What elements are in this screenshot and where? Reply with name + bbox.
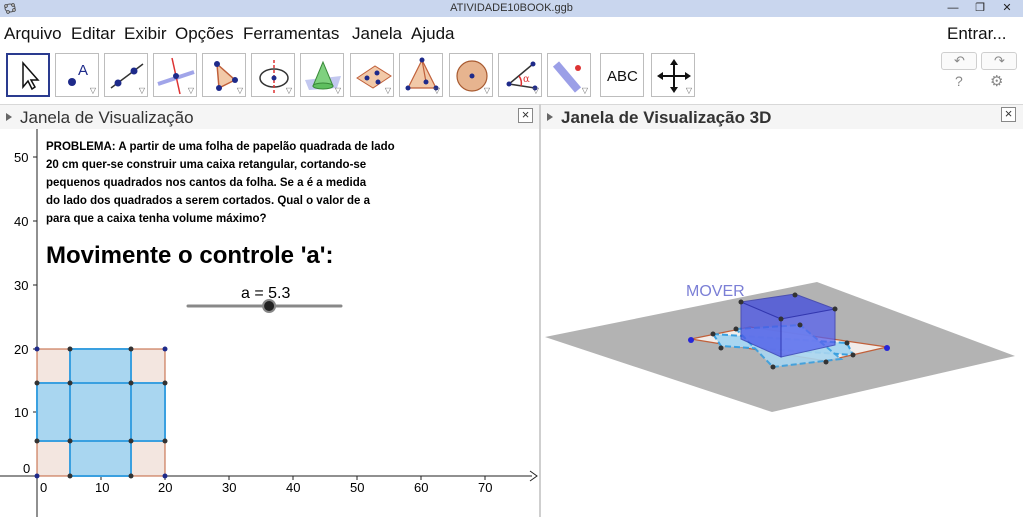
maximize-button[interactable]: ❐ bbox=[968, 1, 992, 16]
x-tick-label: 20 bbox=[158, 480, 173, 495]
redo-icon: ↷ bbox=[994, 53, 1005, 68]
undo-icon: ↶ bbox=[954, 53, 965, 68]
y-axis-ticks bbox=[33, 156, 37, 413]
instruction-headline[interactable]: Movimente o controle 'a': bbox=[46, 242, 333, 270]
x-tick-label: 40 bbox=[286, 480, 301, 495]
close-window-button[interactable]: ✕ bbox=[995, 1, 1019, 16]
view3d-canvas[interactable] bbox=[541, 129, 1023, 517]
problem-line: PROBLEMA: A partir de uma folha de papel… bbox=[46, 141, 395, 153]
tool-sphere[interactable]: ▽ bbox=[449, 53, 493, 97]
graphics-view-title: Janela de Visualização bbox=[20, 108, 194, 127]
toolbar: A ▽ ▽ ▽ ▽ ▽ ▽ ▽ ▽ ▽ α ▽ ▽ ABC ▽ ↶ ↷ ? ⚙ bbox=[0, 50, 1023, 105]
tool-pyramid[interactable]: ▽ bbox=[399, 53, 443, 97]
menu-bar: Arquivo Editar Exibir Opções Ferramentas… bbox=[0, 19, 1023, 47]
y-tick-label: 10 bbox=[14, 405, 29, 420]
box-base-center bbox=[70, 383, 131, 441]
minimize-button[interactable]: — bbox=[941, 1, 965, 16]
y-tick-label: 20 bbox=[14, 342, 29, 357]
y-tick-label: 50 bbox=[14, 150, 29, 165]
slider-value-label: a = 5.3 bbox=[241, 285, 291, 302]
tool-point[interactable]: A ▽ bbox=[55, 53, 99, 97]
tool-reflect[interactable]: ▽ bbox=[547, 53, 591, 97]
tool-circle-axis[interactable]: ▽ bbox=[251, 53, 295, 97]
help-icon[interactable]: ? bbox=[955, 73, 963, 89]
collapse-arrow-icon[interactable] bbox=[6, 113, 12, 121]
view3d-header: Janela de Visualização 3D × bbox=[541, 105, 1023, 129]
problem-line: pequenos quadrados nos cantos da folha. … bbox=[46, 177, 367, 189]
menu-opcoes[interactable]: Opções bbox=[175, 24, 234, 44]
svg-text:α: α bbox=[523, 74, 530, 85]
menu-ajuda[interactable]: Ajuda bbox=[411, 24, 454, 44]
menu-editar[interactable]: Editar bbox=[71, 24, 115, 44]
problem-line: do lado dos quadrados a serem cortados. … bbox=[46, 195, 370, 207]
x-tick-label: 50 bbox=[350, 480, 365, 495]
close-view3d-button[interactable]: × bbox=[1001, 107, 1016, 122]
move-tool-icon bbox=[22, 61, 40, 91]
x-tick-label: 0 bbox=[40, 480, 48, 495]
text-tool-icon: ABC bbox=[607, 68, 638, 85]
window-titlebar: ATIVIDADE10BOOK.ggb — ❐ ✕ bbox=[0, 0, 1023, 17]
menu-exibir[interactable]: Exibir bbox=[124, 24, 167, 44]
x-tick-label: 60 bbox=[414, 480, 429, 495]
tool-cone[interactable]: ▽ bbox=[300, 53, 344, 97]
tool-move-graphics-view[interactable]: ▽ bbox=[651, 53, 695, 97]
menu-ferramentas[interactable]: Ferramentas bbox=[243, 24, 339, 44]
x-tick-label: 30 bbox=[222, 480, 237, 495]
view3d-title: Janela de Visualização 3D bbox=[561, 108, 772, 127]
svg-text:ABC: ABC bbox=[607, 68, 638, 85]
tool-plane-points[interactable]: ▽ bbox=[350, 53, 394, 97]
window-title: ATIVIDADE10BOOK.ggb bbox=[450, 2, 573, 14]
problem-line: para que a caixa tenha volume máximo? bbox=[46, 213, 267, 225]
close-graphics-view-button[interactable]: × bbox=[518, 108, 533, 123]
y-tick-label: 30 bbox=[14, 278, 29, 293]
menu-arquivo[interactable]: Arquivo bbox=[4, 24, 62, 44]
y-tick-label: 40 bbox=[14, 214, 29, 229]
mover-label[interactable]: MOVER bbox=[686, 283, 745, 301]
undo-button[interactable]: ↶ bbox=[941, 52, 977, 70]
tool-polygon[interactable]: ▽ bbox=[202, 53, 246, 97]
problem-line: 20 cm quer-se construir uma caixa retang… bbox=[46, 159, 367, 171]
x-tick-label: 70 bbox=[478, 480, 493, 495]
redo-button[interactable]: ↷ bbox=[981, 52, 1017, 70]
y-tick-label: 0 bbox=[23, 461, 31, 476]
svg-text:A: A bbox=[78, 62, 88, 79]
tool-perpendicular[interactable]: ▽ bbox=[153, 53, 197, 97]
tool-text[interactable]: ABC bbox=[600, 53, 644, 97]
graphics-view-header: Janela de Visualização × bbox=[0, 105, 539, 129]
tool-angle[interactable]: α ▽ bbox=[498, 53, 542, 97]
menu-janela[interactable]: Janela bbox=[352, 24, 402, 44]
signin-link[interactable]: Entrar... bbox=[947, 24, 1007, 44]
collapse-arrow-icon[interactable] bbox=[547, 113, 553, 121]
x-tick-label: 10 bbox=[95, 480, 110, 495]
problem-text[interactable]: PROBLEMA: A partir de uma folha de papel… bbox=[46, 138, 426, 228]
tool-line[interactable]: ▽ bbox=[104, 53, 148, 97]
tool-move[interactable] bbox=[6, 53, 50, 97]
settings-icon[interactable]: ⚙ bbox=[990, 72, 1003, 90]
